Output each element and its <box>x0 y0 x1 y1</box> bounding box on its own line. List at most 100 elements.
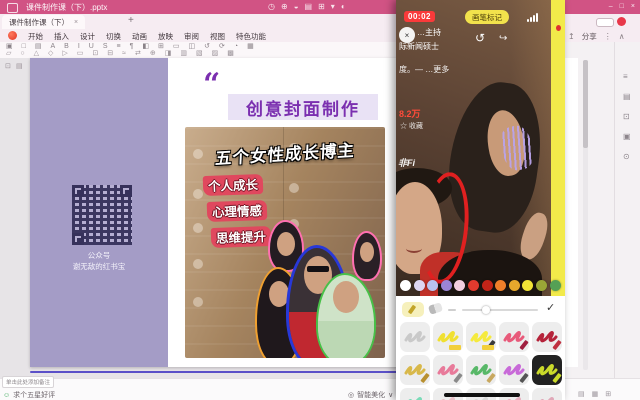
menu-item[interactable]: 特色功能 <box>236 31 266 42</box>
toolbar-icon[interactable]: ◨ <box>165 50 172 58</box>
toolbar-icon[interactable]: △ <box>34 50 39 58</box>
toolbar-icon[interactable]: ≈ <box>122 50 126 58</box>
undo-icon[interactable]: ↺ <box>475 31 485 45</box>
palette-color-dot[interactable] <box>468 280 479 291</box>
share-icon[interactable]: ↥ <box>568 32 575 41</box>
smart-beautify-button[interactable]: ◎ 智能美化 ∨ <box>348 390 393 400</box>
redo-icon[interactable]: ↪ <box>499 33 507 44</box>
palette-color-dot[interactable] <box>536 280 547 291</box>
toolbar-icon[interactable]: ○ <box>20 50 24 58</box>
gutter-icon[interactable]: ▤ <box>16 62 23 70</box>
brush-tile[interactable] <box>433 355 463 385</box>
toolbar-icon[interactable]: ▩ <box>227 50 234 58</box>
titlebar-icon[interactable]: ⊞ <box>318 1 325 13</box>
toolbar-row-2[interactable]: ▱ ○ △ ◇ ▷ ▭ ⊡ ⊟ ≈ ⇄ ⊕ ◨ ▥ ▧ ▨ ▩ <box>6 50 234 58</box>
brush-tile[interactable] <box>466 355 496 385</box>
toolbar-icon[interactable]: ▱ <box>6 50 11 58</box>
window-control-icon[interactable]: – <box>609 1 613 13</box>
wps-logo-icon[interactable] <box>8 31 17 40</box>
new-tab-button[interactable]: + <box>128 15 134 26</box>
titlebar-icon[interactable]: ⊕ <box>281 1 288 13</box>
titlebar-icon[interactable]: ◐ <box>341 1 346 13</box>
brush-tile[interactable] <box>400 355 430 385</box>
palette-color-dot[interactable] <box>482 280 493 291</box>
brush-size-slider[interactable] <box>462 309 538 311</box>
window-control-icon[interactable]: □ <box>620 1 624 13</box>
toolbar-icon[interactable]: ▧ <box>196 50 203 58</box>
brush-mode-pill[interactable]: 画笔标记 <box>465 10 509 24</box>
toolbar-icon[interactable]: ▷ <box>62 50 67 58</box>
palette-color-dot[interactable] <box>522 280 533 291</box>
brush-tile[interactable] <box>400 322 430 352</box>
titlebar-icon[interactable]: ▾ <box>331 1 335 13</box>
window-control-icon[interactable]: × <box>631 1 635 13</box>
collapse-ribbon-icon[interactable]: ∧ <box>619 32 625 41</box>
view-mode-icons[interactable]: ▤▦⊞ <box>578 390 611 398</box>
tab-close-icon[interactable]: × <box>74 19 78 26</box>
document-tab[interactable]: 课件制作课（下） × <box>2 15 85 29</box>
panel-icon[interactable]: ⊡ <box>623 112 630 121</box>
status-left[interactable]: ☺ 求个五星好评 <box>3 390 55 400</box>
share-button[interactable]: 分享 <box>582 31 597 42</box>
pen-tool-button[interactable] <box>402 302 424 317</box>
brush-tile[interactable] <box>499 322 529 352</box>
titlebar-icon[interactable]: ▤ <box>305 1 313 13</box>
window-controls[interactable]: –□ × <box>609 1 635 13</box>
palette-color-dot[interactable] <box>414 280 425 291</box>
titlebar-icon-row[interactable]: ◷ ⊕ ◒ ▤ ⊞ ▾ ◐ <box>268 1 346 13</box>
titlebar-icon[interactable]: ◒ <box>294 1 299 13</box>
menu-item[interactable]: 动画 <box>132 31 147 42</box>
palette-color-dot[interactable] <box>454 280 465 291</box>
panel-icon[interactable]: ⊙ <box>623 152 630 161</box>
panel-icon[interactable]: ≡ <box>623 72 628 81</box>
toolbar-icon[interactable]: ⊡ <box>92 50 98 58</box>
toolbar-icon[interactable]: ▭ <box>77 50 84 58</box>
video-description[interactable]: 度。— …更多 <box>399 64 449 75</box>
vertical-scrollbar[interactable] <box>583 60 588 370</box>
confirm-check-icon[interactable]: ✓ <box>546 301 555 314</box>
palette-color-dot[interactable] <box>495 280 506 291</box>
toolbar-icon[interactable]: ▦ <box>247 43 254 51</box>
phone-video[interactable]: 00:02 画笔标记 × ↺ ↪ …主持 际新闻硕士 度。— …更多 8.2万 … <box>396 0 565 296</box>
home-indicator[interactable] <box>444 393 520 397</box>
palette-color-dot[interactable] <box>509 280 520 291</box>
menu-item[interactable]: 插入 <box>54 31 69 42</box>
brush-tile[interactable] <box>433 322 463 352</box>
panel-icon[interactable]: ▣ <box>623 132 631 141</box>
brush-tile[interactable] <box>466 322 496 352</box>
menu-item[interactable]: 开始 <box>28 31 43 42</box>
palette-color-dot[interactable] <box>400 280 411 291</box>
phone-mirror-window[interactable]: 00:02 画笔标记 × ↺ ↪ …主持 际新闻硕士 度。— …更多 8.2万 … <box>396 0 565 400</box>
menu-item[interactable]: 审阅 <box>184 31 199 42</box>
cover-collage-image[interactable]: 五个女性成长博主 个人成长 心理情感 思维提升 <box>185 127 385 358</box>
brush-tile[interactable] <box>532 322 562 352</box>
member-badge[interactable] <box>596 18 614 27</box>
toolbar-icon[interactable]: ▨ <box>212 50 219 58</box>
toolbar-icon[interactable]: ◔ <box>234 43 238 51</box>
user-avatar[interactable] <box>617 17 626 26</box>
notes-tooltip[interactable]: 单击此处添加备注 <box>2 376 54 388</box>
favorite-label[interactable]: ☆ 收藏 <box>400 121 423 131</box>
palette-color-dot[interactable] <box>441 280 452 291</box>
eraser-tool-button[interactable] <box>428 302 443 315</box>
toolbar-icon[interactable]: ▥ <box>180 50 187 58</box>
menu-item[interactable]: 切换 <box>106 31 121 42</box>
brush-tile[interactable] <box>499 355 529 385</box>
toolbar-icon[interactable]: ⊕ <box>150 50 156 58</box>
brush-tile[interactable] <box>400 388 430 400</box>
palette-color-dot[interactable] <box>550 280 561 291</box>
palette-color-dot[interactable] <box>427 280 438 291</box>
menu-item[interactable]: 设计 <box>80 31 95 42</box>
brush-tile-selected[interactable] <box>532 355 562 385</box>
gutter-icon[interactable]: ⊡ <box>5 62 11 70</box>
panel-icon[interactable]: ▤ <box>623 92 631 101</box>
toolbar-icon[interactable]: ⊟ <box>107 50 113 58</box>
titlebar-icon[interactable]: ◷ <box>268 1 275 13</box>
toolbar-icon[interactable]: ◇ <box>48 50 53 58</box>
menu-item[interactable]: 放映 <box>158 31 173 42</box>
more-icon[interactable]: ⋮ <box>604 32 612 41</box>
slider-knob[interactable] <box>482 306 490 314</box>
menu-item[interactable]: 视图 <box>210 31 225 42</box>
brush-tile[interactable] <box>532 388 562 400</box>
toolbar-icon[interactable]: ⇄ <box>135 50 141 58</box>
